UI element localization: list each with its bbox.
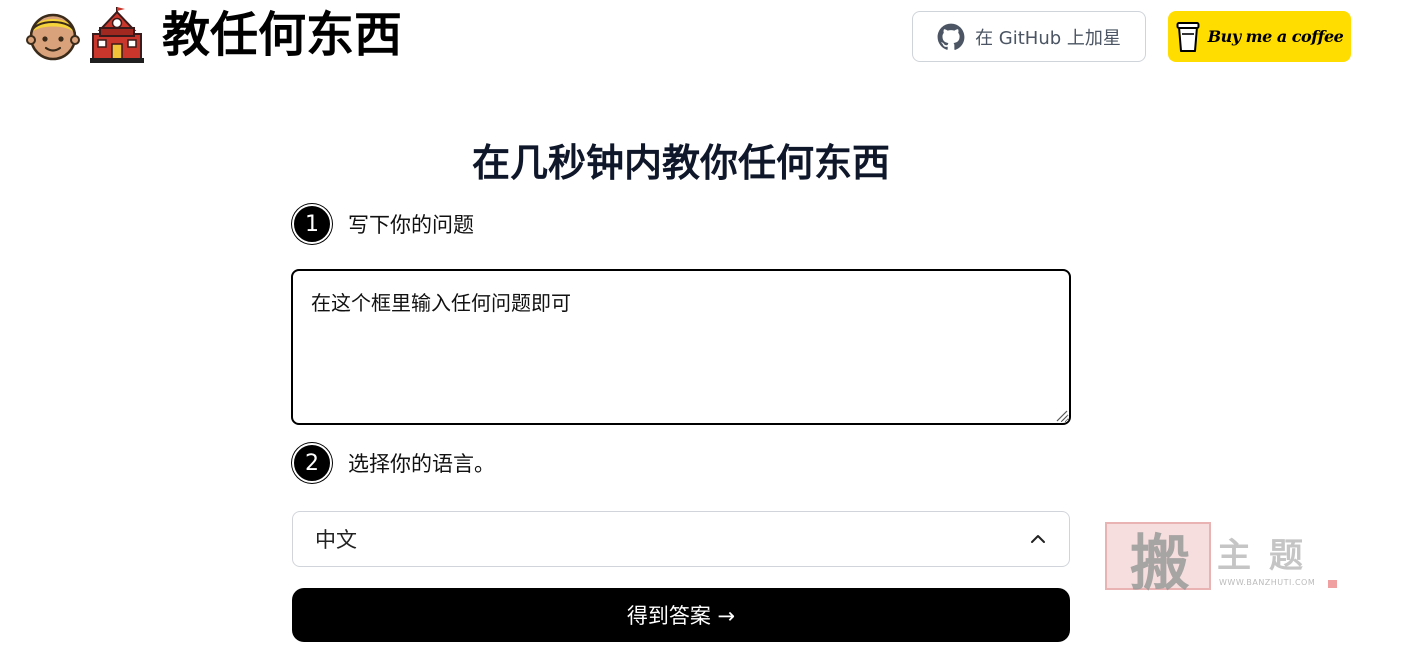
buy-me-a-coffee-button[interactable]: Buy me a coffee	[1168, 11, 1351, 62]
language-select[interactable]: 中文	[292, 511, 1070, 567]
coffee-cup-icon	[1176, 21, 1200, 52]
header: 教任何东西 在 GitHub 上加星 Buy me a coffee	[0, 0, 1419, 80]
github-icon	[937, 23, 965, 50]
school-building-icon	[90, 7, 144, 63]
chevron-up-icon	[1031, 535, 1045, 543]
person-blond-hair-icon	[26, 13, 80, 61]
logo[interactable]: 教任何东西	[26, 6, 402, 64]
coffee-button-label: Buy me a coffee	[1207, 27, 1344, 46]
get-answer-button[interactable]: 得到答案 →	[292, 588, 1070, 642]
watermark-dot	[1328, 580, 1337, 588]
step-1: 1 写下你的问题	[292, 204, 474, 244]
page-title: 在几秒钟内教你任何东西	[471, 141, 890, 185]
step-1-label: 写下你的问题	[348, 213, 474, 237]
step-1-badge: 1	[292, 204, 332, 244]
watermark-text: 主题	[1217, 536, 1321, 576]
watermark-stamp-char: 搬	[1130, 528, 1190, 599]
step-2: 2 选择你的语言。	[292, 443, 495, 483]
language-selected-value: 中文	[315, 528, 357, 552]
step-2-label: 选择你的语言。	[348, 452, 495, 476]
watermark-stamp: 搬	[1105, 522, 1211, 599]
github-button-label: 在 GitHub 上加星	[975, 27, 1121, 49]
brand-title: 教任何东西	[162, 7, 403, 63]
step-2-badge: 2	[292, 443, 332, 483]
question-input[interactable]	[291, 269, 1071, 425]
watermark: 搬 主题 WWW.BANZHUTI.COM	[1105, 522, 1337, 599]
watermark-url: WWW.BANZHUTI.COM	[1219, 578, 1316, 587]
github-star-button[interactable]: 在 GitHub 上加星	[912, 11, 1146, 62]
